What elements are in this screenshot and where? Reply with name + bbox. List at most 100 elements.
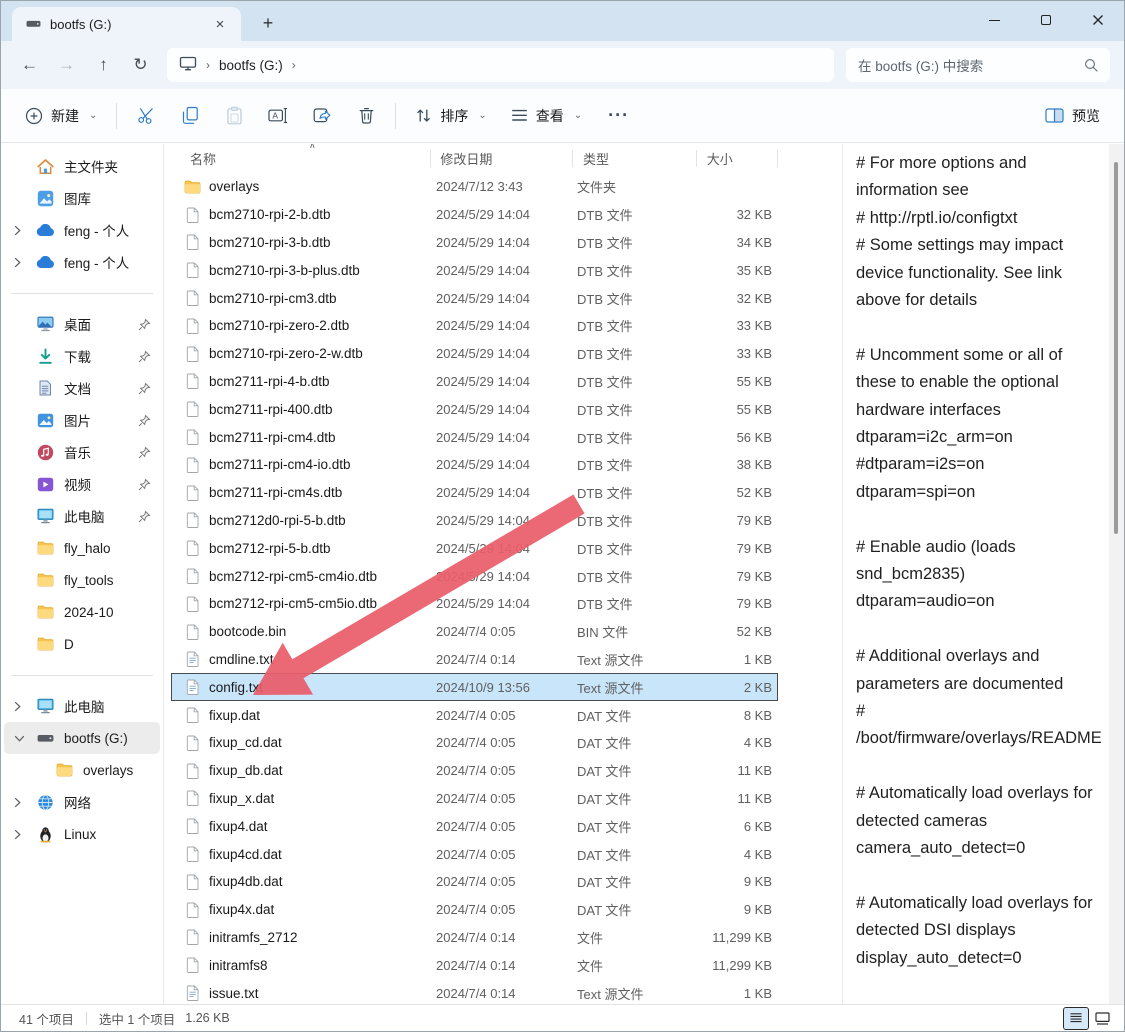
file-row-fixup4x.dat[interactable]: fixup4x.dat 2024/7/4 0:05 DAT 文件 9 KB (171, 896, 778, 924)
tab-title: bootfs (G:) (50, 17, 200, 32)
file-row-bcm2711-rpi-4-b.dtb[interactable]: bcm2711-rpi-4-b.dtb 2024/5/29 14:04 DTB … (171, 368, 778, 396)
file-row-cmdline.txt[interactable]: cmdline.txt 2024/7/4 0:14 Text 源文件 1 KB (171, 646, 778, 674)
file-row-bcm2710-rpi-zero-2-w.dtb[interactable]: bcm2710-rpi-zero-2-w.dtb 2024/5/29 14:04… (171, 340, 778, 368)
file-row-bcm2710-rpi-2-b.dtb[interactable]: bcm2710-rpi-2-b.dtb 2024/5/29 14:04 DTB … (171, 201, 778, 229)
file-row-bcm2710-rpi-3-b-plus.dtb[interactable]: bcm2710-rpi-3-b-plus.dtb 2024/5/29 14:04… (171, 256, 778, 284)
share-button[interactable] (300, 97, 344, 135)
column-header-type[interactable]: 类型 (573, 149, 696, 168)
sidebar-item-Linux[interactable]: Linux (4, 818, 160, 850)
file-row-fixup4cd.dat[interactable]: fixup4cd.dat 2024/7/4 0:05 DAT 文件 4 KB (171, 840, 778, 868)
maximize-button[interactable] (1020, 1, 1072, 39)
sidebar-item-图库[interactable]: 图库 (4, 182, 160, 214)
sidebar-item-桌面[interactable]: 桌面 (4, 308, 160, 340)
sidebar-item-D[interactable]: D (4, 628, 160, 660)
file-row-bcm2712-rpi-cm5-cm5io.dtb[interactable]: bcm2712-rpi-cm5-cm5io.dtb 2024/5/29 14:0… (171, 590, 778, 618)
file-row-issue.txt[interactable]: issue.txt 2024/7/4 0:14 Text 源文件 1 KB (171, 979, 778, 1004)
sidebar-item-feng---个人[interactable]: feng - 个人 (4, 214, 160, 246)
view-button[interactable]: 查看 ⌄ (499, 97, 594, 135)
column-header-size[interactable]: 大小 (697, 149, 777, 168)
breadcrumb-location[interactable]: bootfs (G:) (219, 58, 283, 73)
file-row-bcm2712d0-rpi-5-b.dtb[interactable]: bcm2712d0-rpi-5-b.dtb 2024/5/29 14:04 DT… (171, 507, 778, 535)
file-row-fixup4.dat[interactable]: fixup4.dat 2024/7/4 0:05 DAT 文件 6 KB (171, 812, 778, 840)
file-row-fixup.dat[interactable]: fixup.dat 2024/7/4 0:05 DAT 文件 8 KB (171, 701, 778, 729)
file-row-initramfs8[interactable]: initramfs8 2024/7/4 0:14 文件 11,299 KB (171, 951, 778, 979)
rename-button[interactable]: A (256, 97, 300, 135)
sort-button[interactable]: 排序 ⌄ (403, 97, 498, 135)
paste-button[interactable] (212, 97, 256, 135)
cut-button[interactable] (124, 97, 168, 135)
forward-button[interactable]: → (48, 48, 85, 82)
tab-close-icon[interactable]: × (209, 13, 231, 35)
file-row-fixup_db.dat[interactable]: fixup_db.dat 2024/7/4 0:05 DAT 文件 11 KB (171, 757, 778, 785)
file-date: 2024/5/29 14:04 (436, 485, 577, 500)
sidebar-item-overlays[interactable]: overlays (4, 754, 160, 786)
sidebar-item-fly_tools[interactable]: fly_tools (4, 564, 160, 596)
file-row-bcm2710-rpi-3-b.dtb[interactable]: bcm2710-rpi-3-b.dtb 2024/5/29 14:04 DTB … (171, 229, 778, 257)
sidebar-item-视频[interactable]: 视频 (4, 468, 160, 500)
chevron-right-icon[interactable] (14, 257, 35, 268)
chevron-right-icon[interactable] (14, 797, 35, 808)
sidebar-item-下载[interactable]: 下载 (4, 340, 160, 372)
new-tab-button[interactable]: + (253, 8, 283, 38)
column-divider[interactable] (777, 150, 778, 167)
refresh-button[interactable]: ↻ (122, 48, 159, 82)
sidebar-item-label: overlays (83, 763, 138, 778)
file-row-fixup_x.dat[interactable]: fixup_x.dat 2024/7/4 0:05 DAT 文件 11 KB (171, 785, 778, 813)
file-type: DTB 文件 (577, 316, 694, 335)
chevron-right-icon[interactable]: › (292, 58, 296, 72)
file-row-bootcode.bin[interactable]: bootcode.bin 2024/7/4 0:05 BIN 文件 52 KB (171, 618, 778, 646)
file-row-fixup_cd.dat[interactable]: fixup_cd.dat 2024/7/4 0:05 DAT 文件 4 KB (171, 729, 778, 757)
file-row-bcm2711-rpi-cm4-io.dtb[interactable]: bcm2711-rpi-cm4-io.dtb 2024/5/29 14:04 D… (171, 451, 778, 479)
details-view-button[interactable] (1064, 1008, 1088, 1029)
file-row-overlays[interactable]: overlays 2024/7/12 3:43 文件夹 (171, 173, 778, 201)
file-row-config.txt[interactable]: config.txt 2024/10/9 13:56 Text 源文件 2 KB (171, 673, 778, 701)
minimize-button[interactable] (968, 1, 1020, 39)
large-icons-view-button[interactable] (1090, 1008, 1114, 1029)
file-type: DAT 文件 (577, 872, 694, 891)
chevron-right-icon[interactable] (14, 225, 35, 236)
sidebar-item-fly_halo[interactable]: fly_halo (4, 532, 160, 564)
chevron-down-icon[interactable] (14, 735, 35, 742)
file-row-bcm2710-rpi-zero-2.dtb[interactable]: bcm2710-rpi-zero-2.dtb 2024/5/29 14:04 D… (171, 312, 778, 340)
chevron-right-icon[interactable] (14, 701, 35, 712)
file-name: fixup4.dat (209, 819, 268, 834)
file-row-initramfs_2712[interactable]: initramfs_2712 2024/7/4 0:14 文件 11,299 K… (171, 924, 778, 952)
back-button[interactable]: ← (11, 48, 48, 82)
copy-button[interactable] (168, 97, 212, 135)
preview-toggle-button[interactable]: 预览 (1033, 97, 1112, 135)
file-icon (184, 429, 201, 445)
more-options-button[interactable]: ··· (594, 105, 643, 126)
sidebar-item-bootfs-G-[interactable]: bootfs (G:) (4, 722, 160, 754)
toolbar-divider (116, 103, 117, 129)
search-input[interactable]: 在 bootfs (G:) 中搜索 (846, 48, 1110, 82)
sidebar-item-feng---个人[interactable]: feng - 个人 (4, 246, 160, 278)
file-row-bcm2711-rpi-cm4s.dtb[interactable]: bcm2711-rpi-cm4s.dtb 2024/5/29 14:04 DTB… (171, 479, 778, 507)
column-header-date[interactable]: 修改日期 (431, 149, 572, 168)
linux-icon (35, 826, 55, 843)
sidebar-item-主文件夹[interactable]: 主文件夹 (4, 150, 160, 182)
sidebar-item-音乐[interactable]: 音乐 (4, 436, 160, 468)
breadcrumb[interactable]: › bootfs (G:) › (167, 48, 834, 82)
up-button[interactable]: ↑ (85, 48, 122, 82)
preview-scrollbar[interactable] (1109, 144, 1124, 1004)
sidebar-item-此电脑[interactable]: 此电脑 (4, 690, 160, 722)
sidebar-item-2024-10[interactable]: 2024-10 (4, 596, 160, 628)
new-button[interactable]: 新建 ⌄ (13, 97, 109, 135)
sidebar-item-网络[interactable]: 网络 (4, 786, 160, 818)
file-row-bcm2710-rpi-cm3.dtb[interactable]: bcm2710-rpi-cm3.dtb 2024/5/29 14:04 DTB … (171, 284, 778, 312)
sidebar-item-文档[interactable]: 文档 (4, 372, 160, 404)
file-row-bcm2712-rpi-cm5-cm4io.dtb[interactable]: bcm2712-rpi-cm5-cm4io.dtb 2024/5/29 14:0… (171, 562, 778, 590)
file-icon (184, 818, 201, 834)
sidebar-item-图片[interactable]: 图片 (4, 404, 160, 436)
preview-scrollbar-thumb[interactable] (1114, 162, 1118, 534)
file-row-fixup4db.dat[interactable]: fixup4db.dat 2024/7/4 0:05 DAT 文件 9 KB (171, 868, 778, 896)
file-row-bcm2712-rpi-5-b.dtb[interactable]: bcm2712-rpi-5-b.dtb 2024/5/29 14:04 DTB … (171, 534, 778, 562)
file-row-bcm2711-rpi-cm4.dtb[interactable]: bcm2711-rpi-cm4.dtb 2024/5/29 14:04 DTB … (171, 423, 778, 451)
column-header-name[interactable]: 名称 (171, 149, 430, 168)
chevron-right-icon[interactable] (14, 829, 35, 840)
delete-button[interactable] (344, 97, 388, 135)
file-row-bcm2711-rpi-400.dtb[interactable]: bcm2711-rpi-400.dtb 2024/5/29 14:04 DTB … (171, 395, 778, 423)
close-button[interactable] (1072, 1, 1124, 39)
tab-bootfs[interactable]: bootfs (G:) × (12, 7, 241, 41)
sidebar-item-此电脑[interactable]: 此电脑 (4, 500, 160, 532)
